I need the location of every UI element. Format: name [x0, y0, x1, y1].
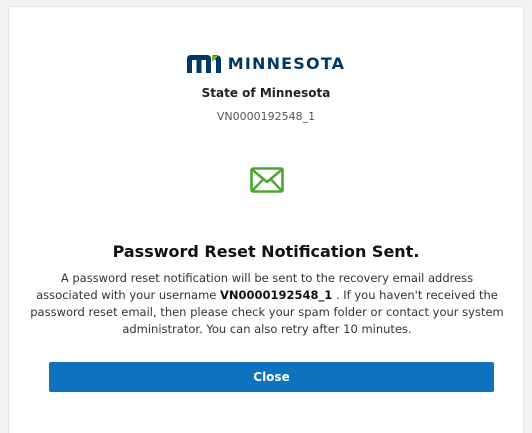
- vendor-id: VN0000192548_1: [216, 110, 316, 123]
- notification-heading: Password Reset Notification Sent.: [112, 242, 420, 261]
- minnesota-logo: MINNESOTA: [9, 54, 523, 74]
- envelope-icon: [250, 167, 284, 193]
- reset-notification-card: MINNESOTA State of Minnesota VN000019254…: [8, 6, 524, 433]
- organization-name: State of Minnesota: [201, 86, 331, 100]
- close-button[interactable]: Close: [49, 362, 494, 392]
- minnesota-mn-logo-icon: [186, 55, 221, 73]
- message-username: VN0000192548_1: [220, 288, 333, 302]
- notification-message: A password reset notification will be se…: [29, 270, 505, 338]
- minnesota-wordmark: MINNESOTA: [227, 54, 346, 73]
